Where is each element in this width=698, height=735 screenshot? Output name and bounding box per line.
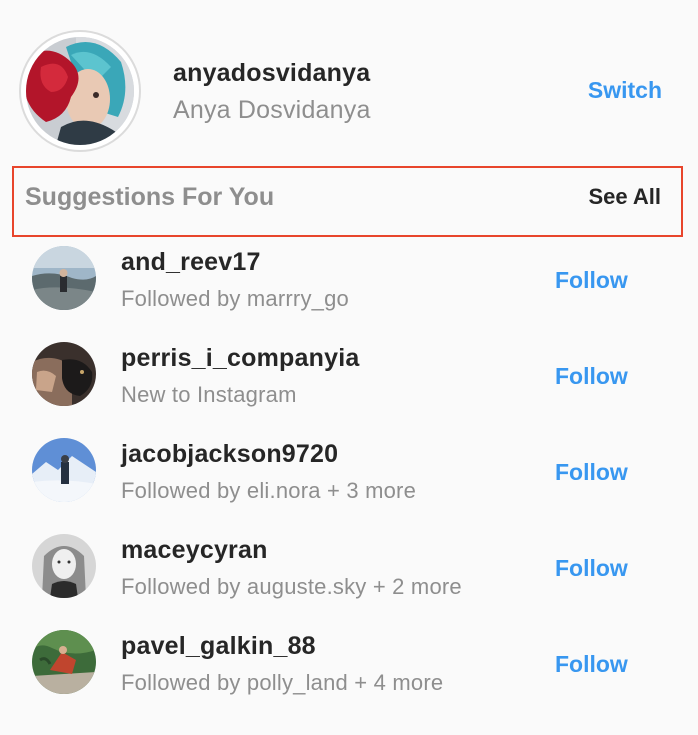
suggestion-avatar[interactable] [32,630,96,694]
suggestion-avatar[interactable] [32,534,96,598]
follow-button[interactable]: Follow [555,651,628,678]
account-avatar [26,37,134,145]
suggestion-username[interactable]: maceycyran [121,536,268,565]
user-avatar-photo-icon [32,246,96,310]
user-avatar-photo-icon [32,630,96,694]
suggestions-list: and_reev17 Followed by marrry_go Follow … [0,240,698,720]
suggestion-avatar[interactable] [32,438,96,502]
suggestion-row: perris_i_companyia New to Instagram Foll… [0,336,698,432]
user-avatar-photo-icon [32,534,96,598]
user-avatar-photo-icon [32,342,96,406]
suggestion-subtitle: Followed by marrry_go [121,286,349,311]
suggestion-row: and_reev17 Followed by marrry_go Follow [0,240,698,336]
suggestion-subtitle: New to Instagram [121,382,297,407]
suggestion-row: jacobjackson9720 Followed by eli.nora + … [0,432,698,528]
suggestion-avatar[interactable] [32,246,96,310]
switch-account-button[interactable]: Switch [588,77,662,104]
suggestion-subtitle: Followed by auguste.sky + 2 more [121,574,462,599]
account-username[interactable]: anyadosvidanya [173,59,370,88]
user-avatar-photo-icon [32,438,96,502]
see-all-button[interactable]: See All [588,184,661,210]
account-full-name: Anya Dosvidanya [173,96,371,124]
user-avatar-photo-icon [26,37,134,145]
follow-button[interactable]: Follow [555,363,628,390]
suggestion-subtitle: Followed by polly_land + 4 more [121,670,444,695]
suggestion-row: maceycyran Followed by auguste.sky + 2 m… [0,528,698,624]
follow-button[interactable]: Follow [555,267,628,294]
suggestion-avatar[interactable] [32,342,96,406]
suggestion-username[interactable]: and_reev17 [121,248,261,277]
follow-button[interactable]: Follow [555,555,628,582]
account-avatar-ring[interactable] [19,30,141,152]
current-account: anyadosvidanya Anya Dosvidanya Switch [0,0,698,160]
suggestion-username[interactable]: perris_i_companyia [121,344,359,373]
suggestion-username[interactable]: pavel_galkin_88 [121,632,316,661]
suggestion-row: pavel_galkin_88 Followed by polly_land +… [0,624,698,720]
suggestions-title: Suggestions For You [25,183,275,211]
follow-button[interactable]: Follow [555,459,628,486]
suggestion-username[interactable]: jacobjackson9720 [121,440,338,469]
suggestions-sidebar: anyadosvidanya Anya Dosvidanya Switch Su… [0,0,698,735]
suggestion-subtitle: Followed by eli.nora + 3 more [121,478,417,503]
suggestions-header: Suggestions For You See All [12,166,683,237]
